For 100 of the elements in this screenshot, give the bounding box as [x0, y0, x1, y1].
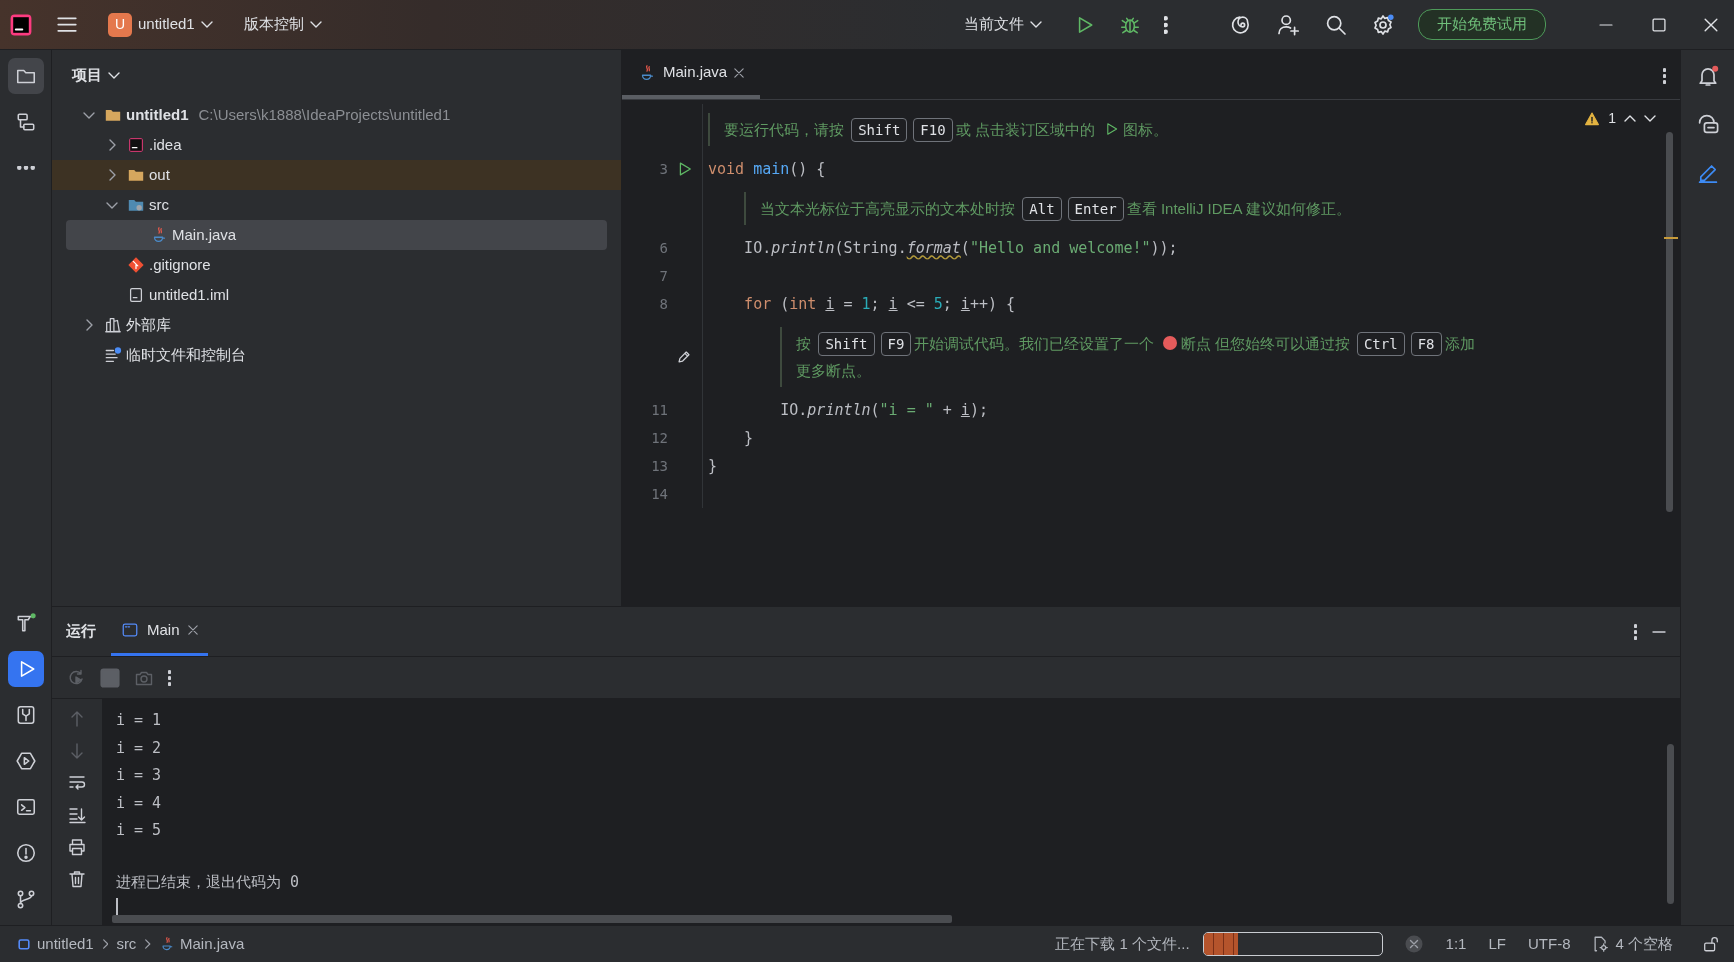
- scrollbar-thumb[interactable]: [1667, 744, 1674, 904]
- text-cursor: [116, 898, 118, 918]
- line-number: 3: [658, 159, 668, 179]
- file-settings-icon: [1592, 935, 1611, 953]
- more-button[interactable]: [1634, 623, 1637, 640]
- vcs-menu[interactable]: 版本控制: [235, 7, 330, 42]
- key-cap: Shift: [851, 118, 908, 142]
- code-line: }: [743, 428, 754, 449]
- line-number: 14: [650, 484, 668, 504]
- indent-setting[interactable]: 4 个空格: [1584, 932, 1681, 956]
- hint-text: 当文本光标位于高亮显示的文本处时按: [760, 200, 1016, 217]
- module-icon: [16, 936, 32, 952]
- chevron-right-icon[interactable]: [85, 319, 93, 331]
- tree-label: src: [149, 194, 169, 215]
- trash-icon: [67, 869, 87, 889]
- code-line: IO.println(String.format("Hello and welcome!"));: [743, 238, 1178, 259]
- code-line: IO.println("i = " + i);: [779, 400, 988, 421]
- add-user-icon: [1276, 12, 1300, 37]
- key-cap: F8: [1410, 332, 1442, 356]
- tree-row[interactable]: out: [52, 160, 621, 190]
- lock-button[interactable]: [1702, 935, 1720, 953]
- diamond-icon: [127, 256, 145, 274]
- close-icon: [1704, 17, 1718, 32]
- run-hex-icon: [14, 750, 37, 772]
- tool-window-button[interactable]: [7, 651, 44, 687]
- file-icon: [127, 286, 145, 304]
- tree-row[interactable]: Main.java: [66, 220, 607, 250]
- trash-button[interactable]: [67, 869, 87, 889]
- tree-row[interactable]: src: [66, 190, 607, 220]
- caret-position[interactable]: 1:1: [1437, 932, 1475, 956]
- chevron-down-icon: [200, 21, 213, 28]
- tree-row[interactable]: .idea: [66, 130, 607, 160]
- minimize-button[interactable]: [1652, 629, 1666, 634]
- tab-label: Main: [147, 619, 180, 640]
- editor-tab[interactable]: Main.java: [622, 50, 761, 99]
- trial-button[interactable]: 开始免费试用: [1418, 9, 1546, 40]
- console-line: 进程已结束，退出代码为 0: [116, 871, 301, 893]
- close-icon: [187, 625, 198, 635]
- close-icon: [734, 67, 745, 78]
- unlock-icon: [1702, 935, 1720, 953]
- tree-row[interactable]: untitled1 C:\Users\k1888\IdeaProjects\untitled1: [66, 100, 607, 130]
- breadcrumb[interactable]: src: [114, 932, 139, 956]
- warning-icon: [1584, 110, 1601, 127]
- minimize-icon: [1599, 22, 1613, 27]
- tree-label: out: [149, 164, 170, 185]
- print-button[interactable]: [67, 837, 87, 857]
- task-status: 正在下载 1 个文件...: [1055, 933, 1190, 954]
- tree-label: .idea: [149, 134, 182, 155]
- pencil-icon[interactable]: [675, 348, 693, 366]
- tool-window-button[interactable]: [7, 58, 44, 94]
- chevron-up-icon[interactable]: [1624, 115, 1636, 122]
- tree-row[interactable]: 外部库: [66, 310, 607, 340]
- hint-text: 更多断点。: [796, 362, 872, 379]
- cancel-icon: [1404, 934, 1425, 954]
- breadcrumb[interactable]: Main.java: [157, 932, 247, 956]
- line-number: 11: [650, 400, 668, 420]
- file-encoding[interactable]: UTF-8: [1520, 932, 1579, 956]
- key-cap: F9: [880, 332, 912, 356]
- line-number: 8: [658, 294, 668, 314]
- stop-icon: [100, 667, 120, 688]
- settings-icon: [1371, 12, 1395, 37]
- run-config-selector[interactable]: 当前文件: [956, 7, 1051, 42]
- run-tab[interactable]: Main: [111, 607, 208, 656]
- line-separator[interactable]: LF: [1480, 932, 1514, 956]
- hint-text: 开始调试代码。我们已经设置了一个: [914, 335, 1155, 352]
- chevron-down-icon[interactable]: [106, 201, 118, 209]
- menu-icon: [57, 17, 77, 32]
- scrollbar-thumb[interactable]: [112, 915, 952, 923]
- chevron-right-icon[interactable]: [108, 139, 116, 151]
- more-button[interactable]: [168, 669, 171, 686]
- key-cap: Alt: [1022, 197, 1062, 221]
- print-icon: [67, 837, 87, 857]
- tree-row[interactable]: 临时文件和控制台: [66, 340, 607, 370]
- tree-label: .gitignore: [149, 254, 211, 275]
- maximize-icon: [1651, 17, 1666, 32]
- code-line: void main() {: [708, 159, 826, 180]
- key-cap: F10: [913, 118, 953, 142]
- project-selector[interactable]: U untitled1: [100, 6, 221, 43]
- chevron-right-icon[interactable]: [108, 169, 116, 181]
- hint-text: 添加: [1444, 335, 1475, 352]
- breadcrumb[interactable]: untitled1: [14, 932, 96, 956]
- console-line: i = 5: [116, 820, 163, 841]
- panel-title[interactable]: 项目: [64, 57, 128, 93]
- app-logo-icon: [127, 136, 145, 154]
- more-button[interactable]: [1663, 68, 1666, 84]
- problems-icon: [14, 842, 37, 864]
- tree-label: untitled1: [126, 104, 189, 125]
- key-cap: Enter: [1067, 197, 1124, 221]
- tree-row[interactable]: .gitignore: [66, 250, 607, 280]
- tree-row[interactable]: untitled1.iml: [66, 280, 607, 310]
- console-line: i = 1: [116, 710, 163, 731]
- line-number: 12: [650, 428, 668, 448]
- hint-text: 按: [796, 335, 812, 352]
- scrollbar-thumb[interactable]: [1665, 132, 1673, 512]
- cancel-button[interactable]: [1404, 934, 1425, 954]
- chevron-down-icon[interactable]: [83, 111, 95, 119]
- tab-label: Main.java: [663, 62, 728, 83]
- hint-text: 或 点击装订区域中的: [955, 121, 1095, 138]
- hint-text: 图标。: [1122, 121, 1168, 138]
- scroll-to-end-button[interactable]: [67, 805, 87, 825]
